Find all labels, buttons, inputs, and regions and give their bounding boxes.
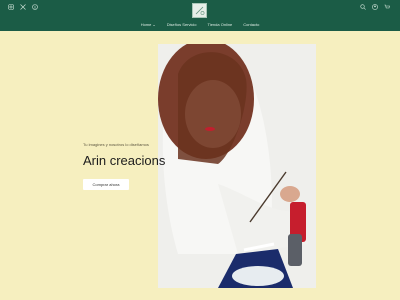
nav-item-label: Home [140,22,152,27]
x-icon[interactable] [19,3,27,11]
brand-logo-icon[interactable] [192,3,207,18]
buy-now-button[interactable]: Comprar ahora [83,179,129,190]
nav-item-home[interactable]: Home⌄ [141,21,156,29]
hero-photo [158,44,316,288]
hero-subtitle: Tu imagines y nosotros lo diseñamos [83,142,149,147]
account-icon[interactable] [371,3,379,11]
pinterest-icon[interactable] [31,3,39,11]
social-links [7,3,39,11]
nav-item-contacto[interactable]: Contacto [243,21,259,29]
nav-item-disenos-servicio[interactable]: Diseños Servicio [167,21,197,29]
nav-item-tienda-online[interactable]: Tienda Online [208,21,233,29]
site-header: Home⌄ Diseños Servicio Tienda Online Con… [0,0,400,31]
main-nav: Home⌄ Diseños Servicio Tienda Online Con… [0,21,400,29]
hero-title: Arin creacions [83,153,166,168]
instagram-icon[interactable] [7,3,15,11]
header-tools [359,3,391,11]
cart-icon[interactable] [383,3,391,11]
search-icon[interactable] [359,3,367,11]
chevron-down-icon: ⌄ [152,22,156,27]
